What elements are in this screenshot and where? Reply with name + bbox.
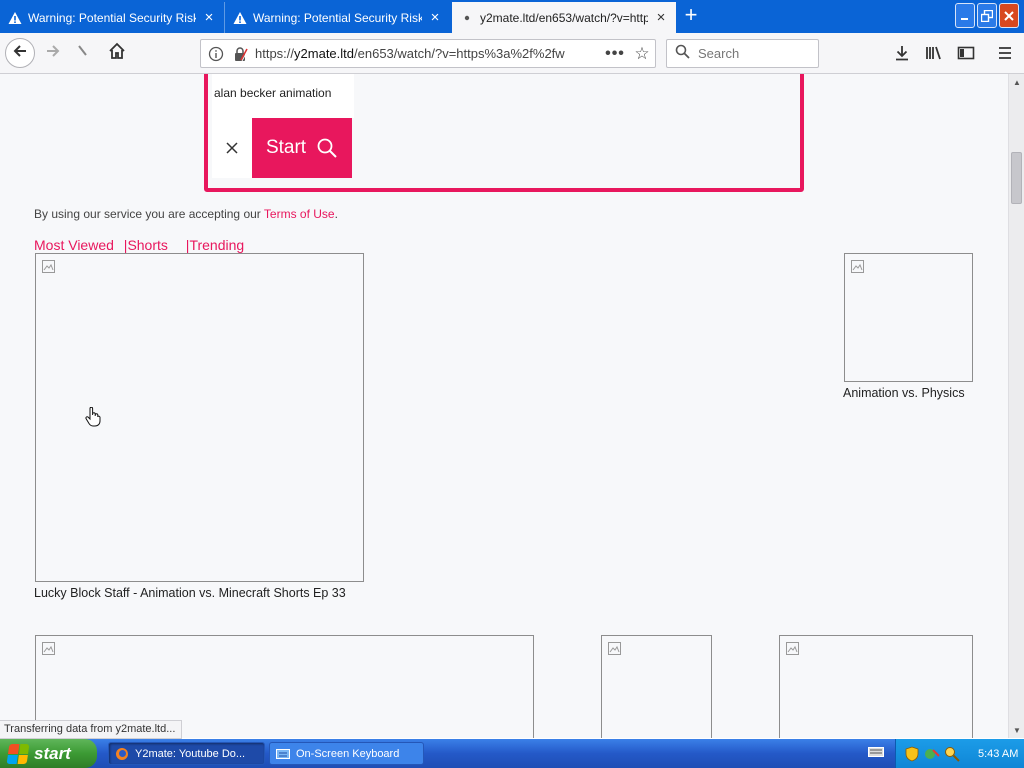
broken-image-icon — [41, 259, 55, 273]
video-thumbnail[interactable] — [844, 253, 973, 382]
url-prefix: https:// — [255, 46, 295, 61]
start-button[interactable]: Start — [252, 118, 352, 178]
taskbar-item-label: Y2mate: Youtube Do... — [135, 747, 246, 760]
tab-y2mate[interactable]: y2mate.ltd/en653/watch/?v=https%3a%2f%2f… — [452, 2, 676, 33]
broken-image-icon — [41, 641, 55, 655]
navigation-toolbar: https://y2mate.ltd/en653/watch/?v=https%… — [0, 33, 1024, 74]
close-tab-icon[interactable]: × — [428, 10, 442, 25]
windows-logo-icon — [6, 743, 30, 764]
sidebar-icon[interactable] — [954, 41, 978, 65]
broken-image-icon — [850, 259, 864, 273]
tab-label: Warning: Potential Security Risk Ahead — [28, 10, 196, 25]
broken-image-icon — [607, 641, 621, 655]
close-tab-icon[interactable]: × — [654, 10, 668, 25]
home-button[interactable] — [102, 38, 132, 68]
video-title[interactable]: Animation vs. Physics — [843, 386, 965, 400]
system-tray: 5:43 AM — [895, 739, 1024, 768]
menu-hamburger-icon[interactable] — [993, 41, 1017, 65]
arrow-left-icon — [12, 43, 28, 64]
stop-loading-button[interactable] — [68, 38, 98, 68]
network-icon[interactable] — [924, 746, 940, 762]
close-icon — [226, 142, 238, 154]
tab-security-warning-2[interactable]: Warning: Potential Security Risk Ahead × — [224, 2, 450, 33]
tab-most-viewed[interactable]: Most Viewed — [34, 237, 114, 253]
terms-text: By using our service you are accepting o… — [34, 207, 264, 221]
warning-icon — [8, 11, 22, 25]
url-domain: y2mate.ltd — [294, 46, 355, 61]
page-actions-icon[interactable]: ••• — [601, 45, 629, 63]
terms-notice: By using our service you are accepting o… — [34, 207, 338, 221]
terms-period: . — [334, 207, 338, 221]
url-text[interactable]: https://y2mate.ltd/en653/watch/?v=https%… — [255, 46, 601, 61]
insecure-lock-icon[interactable] — [231, 45, 249, 63]
keyboard-tray-icon[interactable] — [868, 745, 884, 761]
security-shield-icon[interactable] — [904, 746, 920, 762]
close-window-button[interactable] — [999, 3, 1019, 28]
terms-of-use-link[interactable]: Terms of Use — [264, 207, 335, 221]
start-menu-button[interactable]: start — [0, 739, 97, 768]
status-bar: Transferring data from y2mate.ltd... — [0, 720, 183, 739]
loading-dot-icon — [460, 11, 474, 25]
library-icon[interactable] — [922, 41, 946, 65]
restore-button[interactable] — [977, 3, 997, 28]
page-viewport: alan becker animation Start By using our… — [0, 74, 1008, 738]
bookmark-star-icon[interactable]: ☆ — [629, 44, 655, 64]
forward-button[interactable] — [38, 38, 68, 68]
tab-trending[interactable]: Trending — [189, 237, 244, 253]
taskbar-clock: 5:43 AM — [978, 747, 1019, 760]
scroll-down-arrow-icon[interactable]: ▼ — [1009, 722, 1024, 738]
warning-icon — [233, 11, 247, 25]
taskbar-item-firefox[interactable]: Y2mate: Youtube Do... — [108, 742, 265, 765]
tab-strip: Warning: Potential Security Risk Ahead ×… — [0, 0, 1024, 33]
keyboard-icon — [276, 747, 290, 761]
new-tab-button[interactable]: + — [678, 4, 704, 28]
firefox-icon — [115, 747, 129, 761]
video-search-panel: alan becker animation Start — [204, 74, 804, 192]
url-bar[interactable]: https://y2mate.ltd/en653/watch/?v=https%… — [200, 39, 656, 68]
magnifier-icon[interactable] — [944, 746, 960, 762]
video-thumbnail[interactable] — [601, 635, 712, 738]
video-title[interactable]: Lucky Block Staff - Animation vs. Minecr… — [34, 586, 346, 600]
video-search-input[interactable]: alan becker animation — [212, 74, 354, 118]
tab-shorts[interactable]: Shorts — [127, 237, 167, 253]
start-label: start — [34, 743, 71, 763]
tab-security-warning-1[interactable]: Warning: Potential Security Risk Ahead × — [0, 2, 224, 33]
scroll-up-arrow-icon[interactable]: ▲ — [1009, 74, 1024, 90]
arrow-right-icon — [45, 43, 61, 64]
search-input[interactable]: Search — [666, 39, 819, 68]
hand-pointer-icon — [85, 406, 101, 427]
info-icon[interactable] — [207, 45, 225, 63]
search-icon — [675, 44, 690, 63]
search-placeholder: Search — [698, 46, 740, 61]
search-icon — [317, 138, 337, 158]
download-icon[interactable] — [890, 41, 914, 65]
scrollbar-thumb[interactable] — [1011, 152, 1022, 204]
home-icon — [108, 42, 126, 65]
clear-search-button[interactable] — [212, 118, 252, 178]
windows-taskbar: start Y2mate: Youtube Do... On-Screen Ke… — [0, 739, 1024, 768]
video-thumbnail[interactable] — [779, 635, 973, 738]
loading-slash-icon — [75, 43, 91, 64]
taskbar-item-on-screen-keyboard[interactable]: On-Screen Keyboard — [269, 742, 424, 765]
close-tab-icon[interactable]: × — [202, 10, 216, 25]
minimize-button[interactable] — [955, 3, 975, 28]
url-path: /en653/watch/?v=https%3a%2f%2fw — [354, 46, 565, 61]
start-label: Start — [265, 137, 307, 158]
vertical-scrollbar[interactable]: ▲ ▼ — [1008, 74, 1024, 738]
video-filter-tabs: Most Viewed |Shorts |Trending — [34, 237, 244, 253]
tab-label: y2mate.ltd/en653/watch/?v=https%3a%2f%2f — [480, 10, 648, 25]
taskbar-item-label: On-Screen Keyboard — [296, 747, 400, 760]
tab-label: Warning: Potential Security Risk Ahead — [253, 10, 422, 25]
broken-image-icon — [785, 641, 799, 655]
back-button[interactable] — [5, 38, 35, 68]
